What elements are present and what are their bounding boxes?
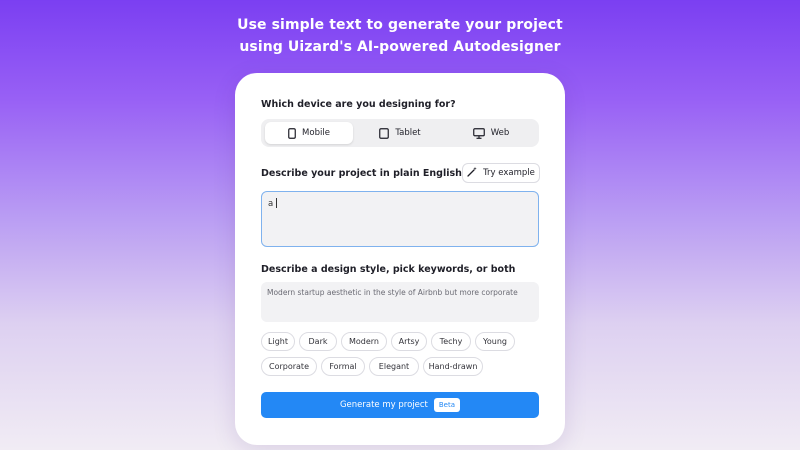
keyword-chip-elegant[interactable]: Elegant (369, 357, 419, 376)
magic-wand-icon (467, 166, 478, 180)
keyword-chip-corporate[interactable]: Corporate (261, 357, 317, 376)
device-label: Which device are you designing for? (261, 99, 456, 110)
keyword-chip-hand-drawn[interactable]: Hand-drawn (423, 357, 483, 376)
device-option-label: Mobile (302, 128, 330, 138)
project-description-input[interactable]: a (261, 191, 539, 247)
try-example-button[interactable]: Try example (462, 163, 540, 183)
generate-project-button[interactable]: Generate my project Beta (261, 392, 539, 418)
keyword-chip-young[interactable]: Young (475, 332, 515, 351)
text-caret (276, 198, 278, 208)
device-option-web[interactable]: Web (447, 122, 535, 144)
style-placeholder: Modern startup aesthetic in the style of… (267, 288, 518, 297)
device-option-tablet[interactable]: Tablet (356, 122, 444, 144)
try-example-label: Try example (483, 168, 535, 178)
headline-line-2: using Uizard's AI-powered Autodesigner (239, 39, 561, 55)
project-label: Describe your project in plain English (261, 168, 462, 179)
style-description-input[interactable]: Modern startup aesthetic in the style of… (261, 282, 539, 322)
headline-line-1: Use simple text to generate your project (237, 17, 563, 33)
headline: Use simple text to generate your project… (0, 14, 800, 58)
device-option-label: Web (490, 128, 510, 138)
beta-badge: Beta (433, 398, 461, 412)
keyword-chip-techy[interactable]: Techy (431, 332, 471, 351)
project-description-value: a (268, 199, 274, 209)
style-label: Describe a design style, pick keywords, … (261, 264, 516, 275)
keyword-chip-formal[interactable]: Formal (321, 357, 365, 376)
monitor-icon (472, 127, 485, 139)
mobile-icon (288, 127, 296, 139)
keyword-chip-light[interactable]: Light (261, 332, 295, 351)
device-option-mobile[interactable]: Mobile (265, 122, 353, 144)
keyword-chip-artsy[interactable]: Artsy (391, 332, 427, 351)
generate-label: Generate my project (339, 400, 428, 410)
tablet-icon (379, 127, 390, 139)
autodesigner-card: Which device are you designing for? Mobi… (235, 73, 565, 445)
keyword-chip-dark[interactable]: Dark (299, 332, 337, 351)
device-selector: Mobile Tablet Web (261, 119, 539, 147)
keyword-chip-modern[interactable]: Modern (341, 332, 387, 351)
device-option-label: Tablet (395, 128, 421, 138)
